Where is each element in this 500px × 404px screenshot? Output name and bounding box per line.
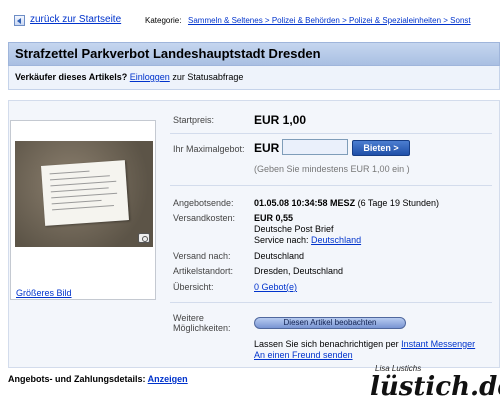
bid-count-link[interactable]: 0 Gebot(e) (254, 282, 297, 292)
item-photo-frame: Größeres Bild (10, 120, 156, 300)
camera-icon (138, 233, 150, 243)
top-navigation-bar: zurück zur Startseite Kategorie: Sammeln… (0, 14, 500, 30)
show-payment-details-link[interactable]: Anzeigen (148, 374, 188, 384)
shipping-method: Deutsche Post Brief (254, 224, 334, 234)
end-date: 01.05.08 10:34:58 MESZ (254, 198, 356, 208)
item-title: Strafzettel Parkverbot Landeshauptstadt … (15, 46, 321, 61)
divider (170, 302, 492, 303)
location-label: Artikelstandort: (173, 266, 234, 276)
more-options-label-line2: Möglichkeiten: (173, 323, 231, 333)
service-country-link[interactable]: Deutschland (311, 235, 361, 245)
payment-details-label: Angebots- und Zahlungsdetails: (8, 374, 146, 384)
payment-details-row: Angebots- und Zahlungsdetails: Anzeigen (8, 374, 188, 384)
notify-text: Lassen Sie sich benachrichtigen per Inst… (254, 339, 475, 349)
bigger-image-link[interactable]: Größeres Bild (16, 288, 72, 298)
ship-to-label: Versand nach: (173, 251, 231, 261)
overview-label: Übersicht: (173, 282, 214, 292)
time-remaining: (6 Tage 19 Stunden) (357, 198, 439, 208)
watermark-logo: lüstich.de (370, 372, 500, 402)
seller-status-text: Verkäufer dieses Artikels? Einloggen zur… (15, 72, 243, 82)
instant-messenger-link[interactable]: Instant Messenger (401, 339, 475, 349)
divider (170, 133, 492, 134)
start-price-label: Startpreis: (173, 115, 215, 125)
shipping-cost-label: Versandkosten: (173, 213, 236, 223)
location-value: Dresden, Deutschland (254, 266, 344, 276)
max-bid-label: Ihr Maximalgebot: (173, 144, 245, 154)
send-to-friend-link[interactable]: An einen Freund senden (254, 350, 353, 360)
divider (170, 185, 492, 186)
bid-hint: (Geben Sie mindestens EUR 1,00 ein ) (254, 164, 410, 174)
back-to-home-link[interactable]: zurück zur Startseite (30, 14, 121, 25)
seller-question: Verkäufer dieses Artikels? (15, 72, 128, 82)
max-bid-input[interactable] (282, 139, 348, 155)
service-prefix: Service nach: (254, 235, 309, 245)
shipping-cost-value: EUR 0,55 (254, 213, 294, 223)
bid-currency: EUR (254, 141, 280, 155)
ticket-paper (41, 160, 129, 226)
seller-info-bar: Verkäufer dieses Artikels? Einloggen zur… (8, 66, 500, 90)
bid-button[interactable]: Bieten > (352, 140, 410, 156)
login-link[interactable]: Einloggen (130, 72, 170, 82)
watch-item-button[interactable]: Diesen Artikel beobachten (254, 317, 406, 329)
end-time-value: 01.05.08 10:34:58 MESZ (6 Tage 19 Stunde… (254, 198, 439, 208)
item-photo[interactable] (15, 141, 153, 247)
start-price-value: EUR 1,00 (254, 113, 307, 127)
back-arrow-icon[interactable] (14, 15, 25, 26)
more-options-label-line1: Weitere (173, 313, 204, 323)
ship-to-value: Deutschland (254, 251, 305, 261)
notify-prefix: Lassen Sie sich benachrichtigen per (254, 339, 399, 349)
item-title-bar: Strafzettel Parkverbot Landeshauptstadt … (8, 42, 500, 66)
seller-suffix: zur Statusabfrage (172, 72, 244, 82)
end-time-label: Angebotsende: (173, 198, 234, 208)
service-to: Service nach: Deutschland (254, 235, 361, 245)
category-label: Kategorie: (145, 16, 182, 25)
category-breadcrumb[interactable]: Sammeln & Seltenes > Polizei & Behörden … (188, 16, 471, 25)
